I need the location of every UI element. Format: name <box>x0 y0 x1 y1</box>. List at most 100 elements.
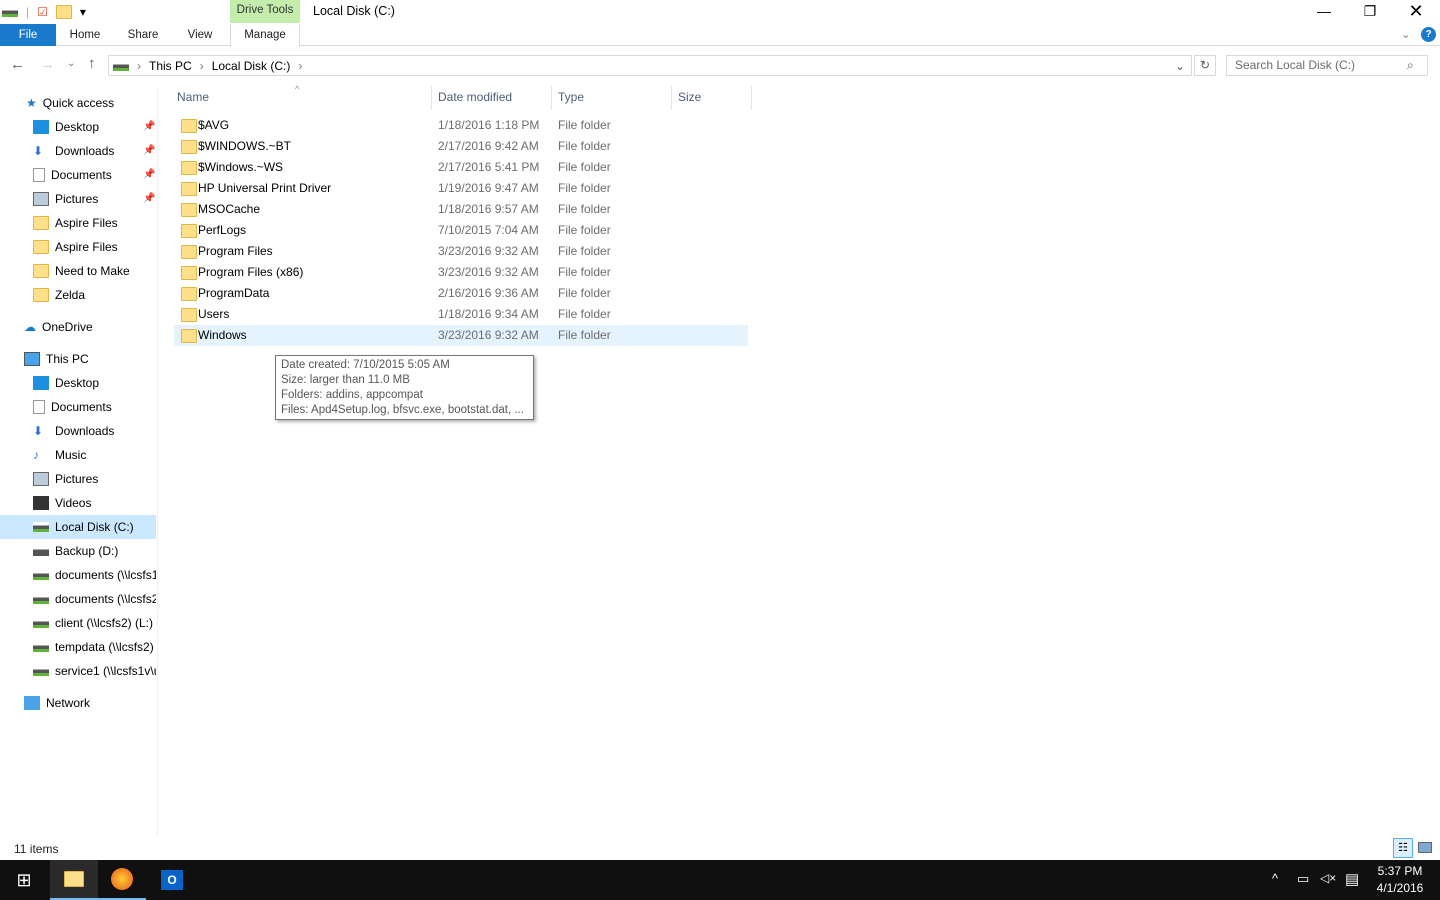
sidebar-quick-access[interactable]: ★ Quick access <box>26 91 157 115</box>
file-row[interactable]: ProgramData 2/16/2016 9:36 AM File folde… <box>174 283 748 304</box>
sidebar-pc-backup[interactable]: Backup (D:) <box>33 539 157 563</box>
file-row[interactable]: MSOCache 1/18/2016 9:57 AM File folder <box>174 199 748 220</box>
folder-icon <box>33 264 49 278</box>
sidebar-network[interactable]: Network <box>24 691 157 715</box>
address-bar[interactable]: › This PC › Local Disk (C:) › ⌄ <box>108 55 1192 76</box>
column-size[interactable]: Size <box>672 86 752 110</box>
properties-icon[interactable]: ☑ <box>37 5 48 19</box>
volume-muted-icon[interactable]: ◁× <box>1320 871 1336 885</box>
customize-qat-icon[interactable]: ▾ <box>80 5 86 19</box>
sidebar-pc-desktop[interactable]: Desktop <box>33 371 157 395</box>
column-date-modified[interactable]: Date modified <box>432 86 552 110</box>
sidebar-item-aspire-files-2[interactable]: Aspire Files <box>33 235 157 259</box>
sidebar-item-downloads[interactable]: ⬇ Downloads <box>33 139 157 163</box>
drive-tools-context-tab: Drive Tools <box>230 0 300 23</box>
sidebar-network-drive[interactable]: documents (\\lcsfs2 <box>33 587 156 611</box>
file-row[interactable]: PerfLogs 7/10/2015 7:04 AM File folder <box>174 220 748 241</box>
search-icon: ⌕ <box>1407 58 1414 72</box>
file-date: 1/18/2016 1:18 PM <box>438 118 540 132</box>
file-row[interactable]: $Windows.~WS 2/17/2016 5:41 PM File fold… <box>174 157 748 178</box>
sidebar-item-documents[interactable]: Documents <box>33 163 157 187</box>
pin-icon: 📌 <box>143 193 156 204</box>
search-input[interactable]: Search Local Disk (C:) <box>1226 55 1428 76</box>
sidebar-item-desktop[interactable]: Desktop <box>33 115 157 139</box>
sidebar-pc-local-disk[interactable]: Local Disk (C:) <box>0 515 156 539</box>
file-row[interactable]: Program Files 3/23/2016 9:32 AM File fol… <box>174 241 748 262</box>
file-name: MSOCache <box>198 202 261 216</box>
tab-file[interactable]: File <box>0 24 56 46</box>
folder-icon <box>181 266 197 280</box>
title-bar: | ☑ ▾ Drive Tools Local Disk (C:) — ❐ ✕ <box>0 0 1440 24</box>
address-dropdown-icon[interactable]: ⌄ <box>1175 59 1185 73</box>
sidebar-item-zelda[interactable]: Zelda <box>33 283 157 307</box>
file-type: File folder <box>558 160 611 174</box>
breadcrumb-this-pc[interactable]: This PC <box>149 59 192 73</box>
tab-manage[interactable]: Manage <box>230 24 300 47</box>
sidebar-network-drive[interactable]: service1 (\\lcsfs1v\u <box>33 659 156 683</box>
drive-icon[interactable] <box>2 7 18 17</box>
ribbon-tabs: File Home Share View Manage ⌄ ? <box>0 24 1440 47</box>
file-type: File folder <box>558 307 611 321</box>
window-title: Local Disk (C:) <box>313 4 395 18</box>
details-view-button[interactable]: ☷ <box>1393 838 1413 858</box>
sidebar-pc-documents[interactable]: Documents <box>33 395 157 419</box>
forward-button[interactable]: → <box>40 56 55 73</box>
breadcrumb-local-disk[interactable]: Local Disk (C:) <box>212 59 291 73</box>
sidebar-network-drive[interactable]: documents (\\lcsfs1 <box>33 563 156 587</box>
sidebar-onedrive[interactable]: ☁ OneDrive <box>24 315 157 339</box>
folder-icon <box>33 288 49 302</box>
sidebar-this-pc[interactable]: This PC <box>24 347 157 371</box>
refresh-button[interactable]: ↻ <box>1194 55 1216 76</box>
start-button[interactable]: ⊞ <box>0 860 48 900</box>
file-row[interactable]: Users 1/18/2016 9:34 AM File folder <box>174 304 748 325</box>
file-row[interactable]: Windows 3/23/2016 9:32 AM File folder <box>174 325 748 346</box>
file-name: ProgramData <box>198 286 270 300</box>
music-icon: ♪ <box>33 448 39 462</box>
download-icon: ⬇ <box>33 144 44 158</box>
minimize-button[interactable]: — <box>1301 0 1347 24</box>
expand-ribbon-icon[interactable]: ⌄ <box>1398 24 1414 46</box>
new-folder-icon[interactable] <box>55 5 72 19</box>
tab-view[interactable]: View <box>176 24 224 46</box>
sidebar-pc-videos[interactable]: Videos <box>33 491 157 515</box>
sidebar-pc-pictures[interactable]: Pictures <box>33 467 157 491</box>
file-row[interactable]: Program Files (x86) 3/23/2016 9:32 AM Fi… <box>174 262 748 283</box>
file-row[interactable]: $AVG 1/18/2016 1:18 PM File folder <box>174 115 748 136</box>
show-hidden-icons[interactable]: ^ <box>1272 871 1278 886</box>
network-drive-icon <box>33 642 49 652</box>
network-tray-icon[interactable]: ▭ <box>1297 871 1309 887</box>
taskbar-firefox[interactable] <box>98 860 146 900</box>
recent-locations-icon[interactable]: ⌄ <box>67 58 75 69</box>
back-button[interactable]: ← <box>10 56 25 73</box>
up-button[interactable]: ↑ <box>88 55 96 72</box>
column-type[interactable]: Type <box>552 86 672 110</box>
clock[interactable]: 5:37 PM 4/1/2016 <box>1372 863 1428 897</box>
tab-share[interactable]: Share <box>118 24 168 46</box>
file-row[interactable]: HP Universal Print Driver 1/19/2016 9:47… <box>174 178 748 199</box>
file-name: Users <box>198 307 230 321</box>
sidebar-network-drive[interactable]: client (\\lcsfs2) (L:) <box>33 611 156 635</box>
file-date: 1/18/2016 9:34 AM <box>438 307 539 321</box>
large-icons-view-button[interactable] <box>1418 842 1432 853</box>
column-name[interactable]: Name <box>171 86 432 110</box>
sidebar-item-need-to-make[interactable]: Need to Make <box>33 259 157 283</box>
file-type: File folder <box>558 181 611 195</box>
taskbar-outlook[interactable]: O <box>148 860 196 900</box>
tab-home[interactable]: Home <box>60 24 110 46</box>
help-icon[interactable]: ? <box>1421 27 1436 42</box>
sidebar-item-aspire-files[interactable]: Aspire Files <box>33 211 157 235</box>
sidebar-pc-music[interactable]: ♪ Music <box>33 443 157 467</box>
navigation-pane[interactable]: ★ Quick access Desktop ⬇ Downloads Documen… <box>0 88 158 836</box>
file-row[interactable]: $WINDOWS.~BT 2/17/2016 9:42 AM File fold… <box>174 136 748 157</box>
desktop-icon <box>33 120 49 134</box>
network-icon <box>24 696 40 710</box>
sidebar-item-pictures[interactable]: Pictures <box>33 187 157 211</box>
sidebar-network-drive[interactable]: tempdata (\\lcsfs2) <box>33 635 156 659</box>
action-center-icon[interactable]: ▤ <box>1345 870 1359 888</box>
maximize-button[interactable]: ❐ <box>1347 0 1393 24</box>
sidebar-pc-downloads[interactable]: ⬇ Downloads <box>33 419 157 443</box>
close-button[interactable]: ✕ <box>1393 0 1439 24</box>
file-name: $Windows.~WS <box>198 160 284 174</box>
taskbar-file-explorer[interactable] <box>50 860 98 900</box>
file-type: File folder <box>558 139 611 153</box>
